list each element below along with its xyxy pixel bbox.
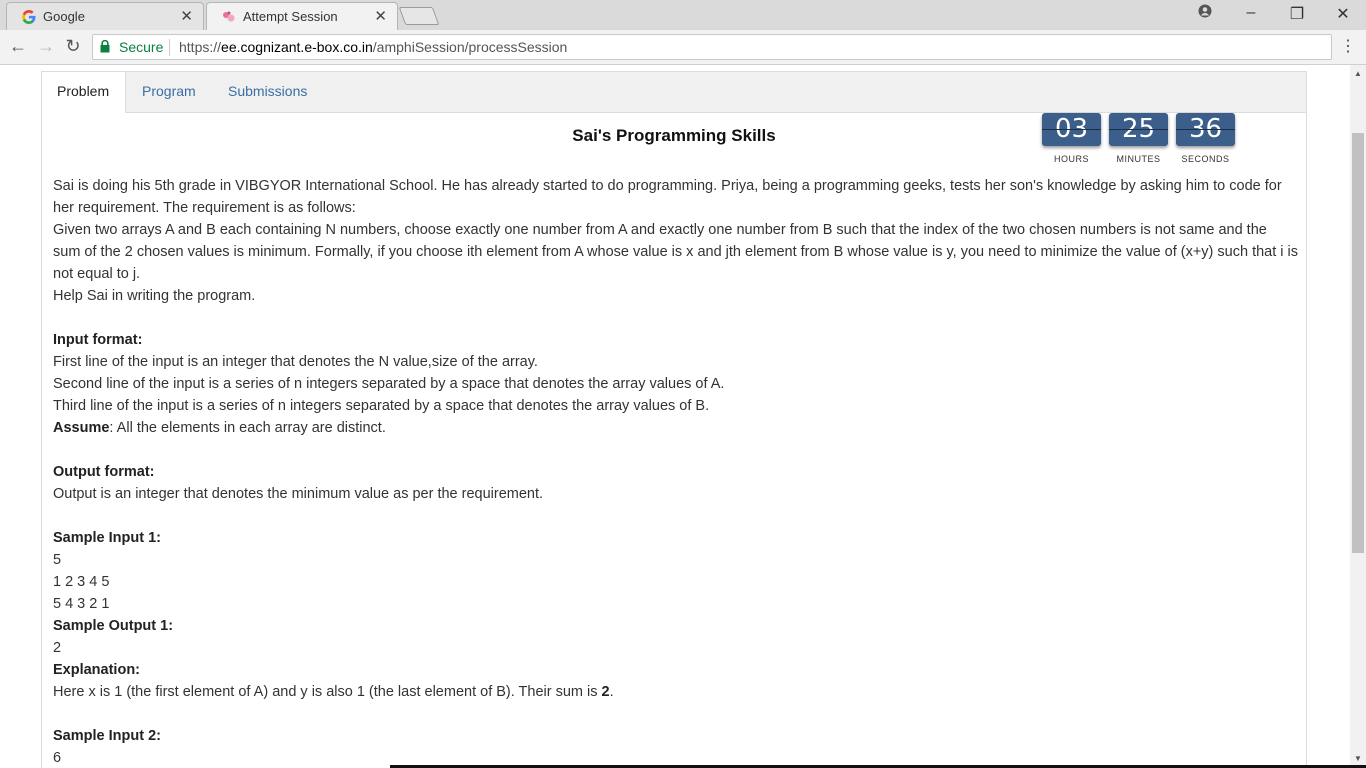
timer-hours-label: HOURS (1053, 154, 1089, 164)
sample-output-1-heading: Sample Output 1: (53, 618, 174, 634)
sample-output-value: 2 (53, 640, 62, 656)
description-paragraph: Sai is doing his 5th grade in VIBGYOR In… (53, 178, 1282, 216)
problem-panel: Problem Program Submissions Sai's Progra… (41, 71, 1307, 768)
secure-label: Secure (119, 39, 164, 55)
tab-title: Google (43, 9, 85, 24)
google-g-icon (21, 9, 37, 25)
timer-seconds-label: SECONDS (1181, 154, 1230, 164)
tab-problem[interactable]: Problem (42, 72, 126, 113)
profile-icon[interactable] (1190, 4, 1220, 23)
description-paragraph: Help Sai in writing the program. (53, 288, 256, 304)
tab-submissions[interactable]: Submissions (213, 72, 322, 112)
minimize-icon[interactable]: – (1236, 4, 1266, 22)
page-scrollbar[interactable]: ▲ ▼ (1350, 65, 1366, 768)
timer-minutes: 25 (1109, 113, 1168, 146)
sample-input-line: 1 2 3 4 5 (53, 574, 110, 590)
address-bar[interactable]: Secure https://ee.cognizant.e-box.co.in/… (92, 34, 1332, 60)
assume-text: : All the elements in each array are dis… (109, 420, 386, 436)
close-icon[interactable]: ✕ (180, 7, 193, 25)
divider (169, 39, 170, 56)
output-format-text: Output is an integer that denotes the mi… (53, 486, 544, 502)
timer-seconds: 36 (1176, 113, 1235, 146)
sample-input-1-heading: Sample Input 1: (53, 530, 161, 546)
close-icon[interactable]: ✕ (374, 7, 387, 25)
sample-input-line: 5 4 3 2 1 (53, 596, 110, 612)
browser-tab-google[interactable]: Google ✕ (6, 2, 204, 30)
problem-statement: Sai is doing his 5th grade in VIBGYOR In… (53, 175, 1298, 768)
assume-note: Assume: All the elements in each array a… (53, 417, 1298, 439)
browser-tab-attempt-session[interactable]: Attempt Session ✕ (206, 2, 398, 30)
back-arrow-icon[interactable]: ← (6, 36, 30, 57)
timer-hours: 03 (1042, 113, 1101, 146)
restore-icon[interactable]: ❐ (1282, 4, 1312, 24)
scroll-down-arrow-icon[interactable]: ▼ (1350, 752, 1366, 766)
output-format-heading: Output format: (53, 464, 155, 480)
url-host: ee.cognizant.e-box.co.in (221, 39, 373, 55)
input-format-line: First line of the input is an integer th… (53, 354, 538, 370)
menu-dots-icon[interactable]: ⋮ (1340, 36, 1356, 56)
url-scheme: https:// (179, 39, 222, 55)
reload-icon[interactable]: ↻ (61, 36, 85, 57)
scroll-up-arrow-icon[interactable]: ▲ (1350, 67, 1366, 81)
description-paragraph: Given two arrays A and B each containing… (53, 222, 1299, 282)
page-viewport: Problem Program Submissions Sai's Progra… (0, 65, 1350, 768)
browser-tab-strip: Google ✕ Attempt Session ✕ – ❐ ✕ (0, 0, 1366, 30)
assume-label: Assume (53, 420, 110, 436)
url-path: /amphiSession/processSession (372, 39, 568, 55)
tab-program[interactable]: Program (127, 72, 211, 112)
lock-icon (100, 39, 110, 53)
timer-minutes-label: MINUTES (1116, 154, 1161, 164)
browser-toolbar: ← → ↻ Secure https://ee.cognizant.e-box.… (0, 30, 1366, 65)
explanation-heading: Explanation: (53, 662, 141, 678)
url-text[interactable]: https://ee.cognizant.e-box.co.in/amphiSe… (179, 39, 567, 55)
input-format-line: Second line of the input is a series of … (53, 376, 725, 392)
ebox-logo-icon (221, 9, 237, 25)
input-format-heading: Input format: (53, 332, 143, 348)
explanation-text: Here x is 1 (the first element of A) and… (53, 681, 1298, 703)
explanation-end: . (609, 684, 614, 700)
new-tab-button[interactable] (398, 7, 440, 25)
forward-arrow-icon[interactable]: → (34, 36, 58, 57)
explanation-result: 2 (601, 684, 610, 700)
tab-title: Attempt Session (243, 9, 338, 24)
sample-input-2-heading: Sample Input 2: (53, 728, 161, 744)
sample-input-line: 5 (53, 552, 62, 568)
window-close-icon[interactable]: ✕ (1328, 4, 1358, 24)
scrollbar-thumb[interactable] (1352, 133, 1364, 553)
input-format-line: Third line of the input is a series of n… (53, 398, 710, 414)
explanation-body: Here x is 1 (the first element of A) and… (53, 684, 602, 700)
problem-tab-bar: Problem Program Submissions (42, 72, 1306, 113)
